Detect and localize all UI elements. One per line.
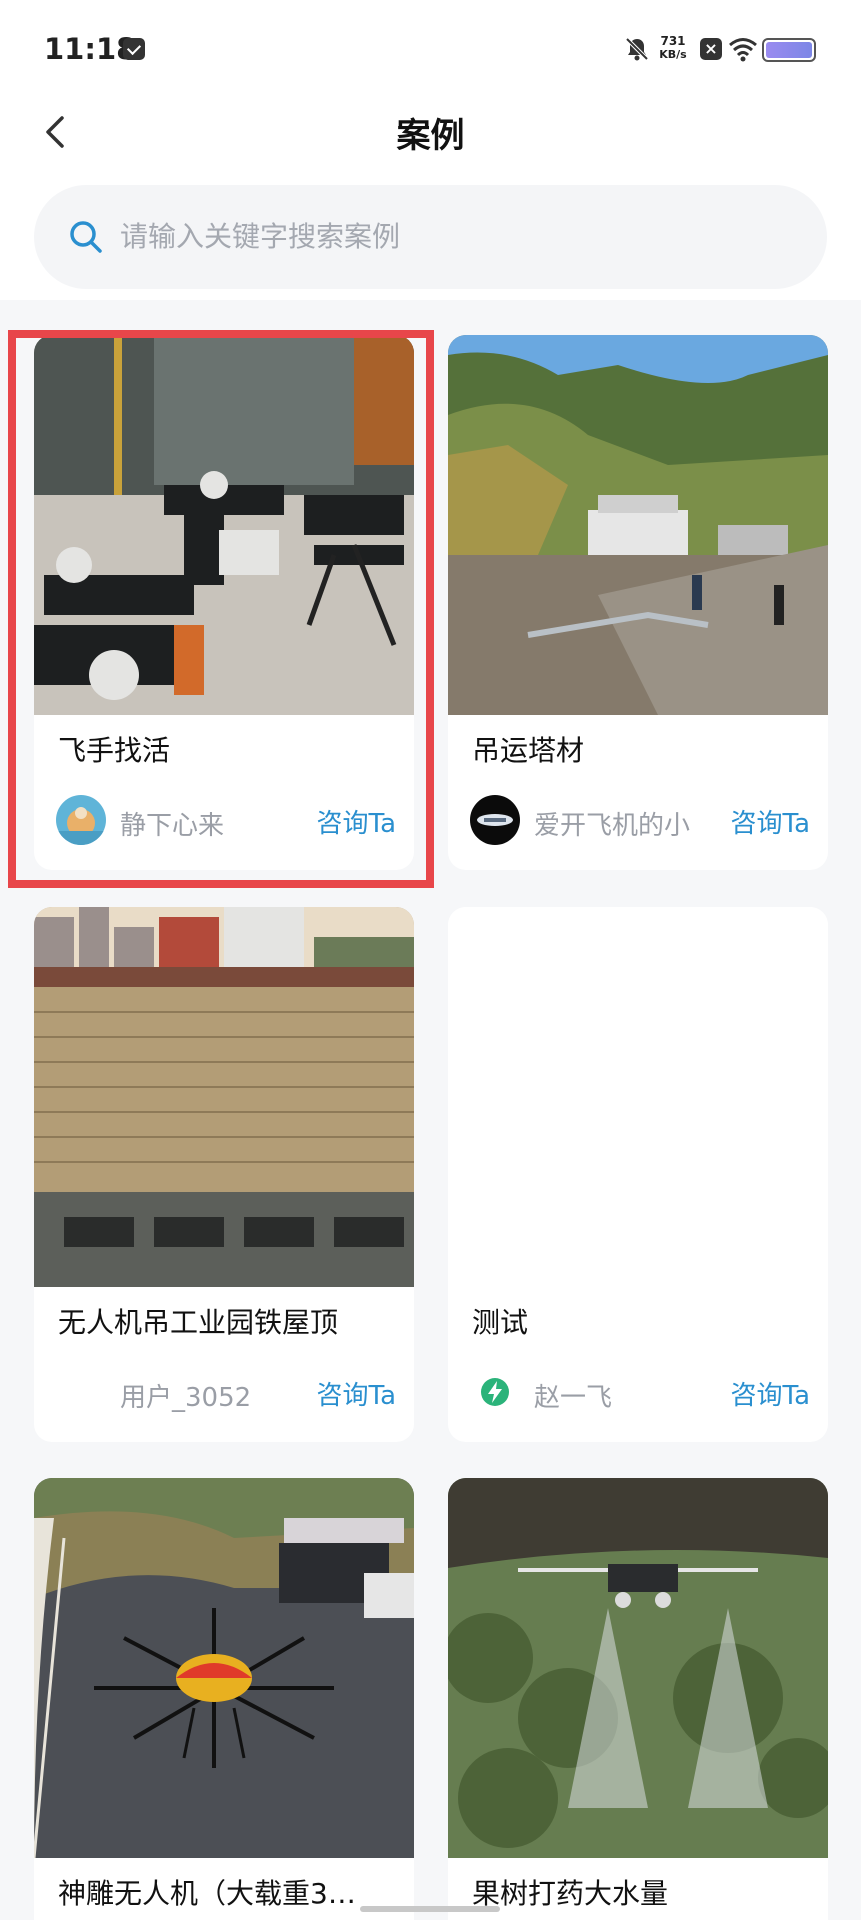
bell-muted-icon	[625, 37, 649, 61]
consult-button[interactable]: 咨询Ta	[316, 1375, 396, 1412]
avatar[interactable]	[470, 1367, 520, 1417]
case-image	[34, 1478, 414, 1858]
message-notification-icon	[123, 38, 145, 60]
network-speed-unit: KB/s	[659, 48, 687, 61]
user-name: 赵一飞	[534, 1383, 613, 1413]
search-placeholder: 请输入关键字搜索案例	[120, 220, 401, 253]
avatar[interactable]	[470, 795, 520, 845]
wifi-icon	[729, 38, 757, 62]
search-icon	[70, 221, 102, 253]
case-image	[448, 907, 828, 1287]
network-speed-value: 731	[660, 34, 686, 48]
case-card[interactable]: 无人机吊工业园铁屋顶 用户_3052 咨询Ta	[34, 907, 414, 1442]
search-input[interactable]: 请输入关键字搜索案例	[34, 185, 827, 289]
user-name: 爱开飞机的小	[534, 811, 691, 841]
case-image	[448, 335, 828, 715]
case-title: 测试	[472, 1306, 529, 1339]
user-name: 用户_3052	[120, 1383, 252, 1413]
case-title: 吊运塔材	[472, 734, 585, 767]
page-title: 案例	[396, 116, 465, 156]
consult-button[interactable]: 咨询Ta	[730, 803, 810, 840]
close-box-icon: ×	[700, 38, 722, 60]
case-title: 神雕无人机（大载重3…	[58, 1877, 356, 1910]
card-user-row: 用户_3052 咨询Ta	[56, 1367, 396, 1419]
home-indicator[interactable]	[360, 1906, 500, 1912]
header-area: 11:18 731 KB/s × 案例 请输入关键字搜索案例	[0, 0, 861, 300]
case-card[interactable]: 果树打药大水量	[448, 1478, 828, 1920]
card-user-row: 赵一飞 咨询Ta	[470, 1367, 810, 1419]
battery-icon	[762, 38, 816, 62]
nav-bar: 案例	[0, 100, 861, 180]
selection-highlight	[8, 330, 434, 888]
case-card[interactable]: 神雕无人机（大载重3…	[34, 1478, 414, 1920]
case-image	[448, 1478, 828, 1858]
consult-button[interactable]: 咨询Ta	[730, 1375, 810, 1412]
card-user-row: 爱开飞机的小 咨询Ta	[470, 795, 810, 847]
network-speed: 731 KB/s	[656, 34, 690, 62]
case-image	[34, 907, 414, 1287]
status-bar: 11:18 731 KB/s ×	[0, 0, 861, 100]
case-card[interactable]: 吊运塔材 爱开飞机的小 咨询Ta	[448, 335, 828, 870]
case-title: 果树打药大水量	[472, 1877, 669, 1910]
case-card[interactable]: 测试 赵一飞 咨询Ta	[448, 907, 828, 1442]
case-title: 无人机吊工业园铁屋顶	[58, 1306, 339, 1339]
